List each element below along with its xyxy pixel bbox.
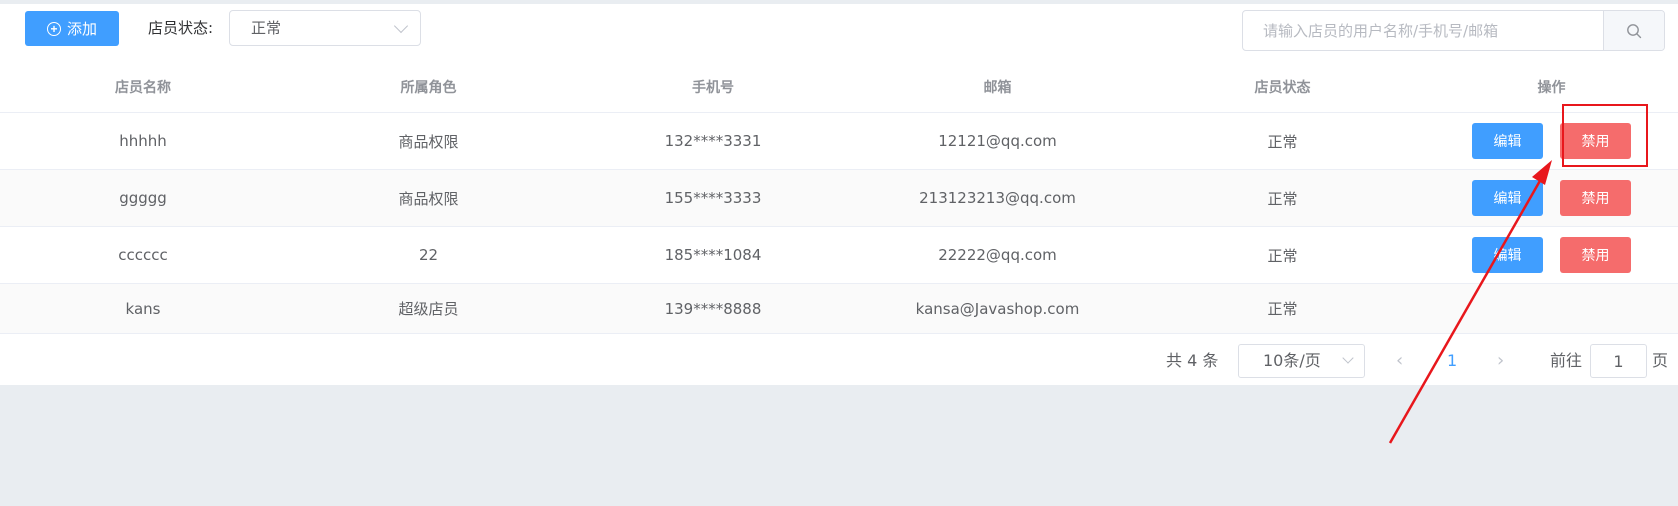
table-row: kans 超级店员 139****8888 kansa@Javashop.com…	[0, 284, 1678, 334]
pagination: 共 4 条 10条/页 ‹ 1 › 前往 页	[0, 337, 1678, 385]
prev-page-button[interactable]: ‹	[1396, 337, 1403, 385]
header-status: 店员状态	[1254, 79, 1311, 96]
pagination-total: 共 4 条	[1166, 351, 1219, 370]
cell-role: 22	[418, 246, 439, 264]
header-name: 店员名称	[115, 79, 171, 96]
cell-phone: 132****3331	[664, 132, 762, 150]
table-row: ggggg 商品权限 155****3333 213123213@qq.com …	[0, 170, 1678, 227]
cell-role: 商品权限	[398, 189, 459, 208]
status-filter-label: 店员状态:	[148, 19, 214, 37]
cell-email: 22222@qq.com	[938, 246, 1057, 264]
chevron-down-icon	[1342, 352, 1354, 364]
cell-actions: 编辑 禁用	[1425, 113, 1678, 169]
goto-page-input[interactable]	[1590, 344, 1647, 378]
cell-name: ggggg	[119, 189, 167, 207]
cell-email: kansa@Javashop.com	[915, 299, 1080, 318]
cell-email: 12121@qq.com	[938, 132, 1057, 150]
cell-status: 正常	[1267, 300, 1298, 318]
add-button[interactable]: + 添加	[25, 11, 119, 46]
cell-name: cccccc	[118, 246, 168, 264]
cell-status: 正常	[1267, 246, 1298, 265]
status-select[interactable]: 正常	[229, 10, 421, 46]
page-size-value: 10条/页	[1263, 351, 1321, 370]
goto-suffix: 页	[1652, 351, 1669, 370]
search-icon	[1627, 23, 1642, 38]
search-box	[1242, 10, 1665, 51]
cell-actions: 编辑 禁用	[1425, 227, 1678, 283]
disable-button[interactable]: 禁用	[1560, 237, 1631, 273]
header-email: 邮箱	[983, 79, 1012, 96]
table-row: cccccc 22 185****1084 22222@qq.com 正常 编辑…	[0, 227, 1678, 284]
cell-phone: 185****1084	[664, 246, 762, 264]
table-header: 店员名称 所属角色 手机号 邮箱 店员状态 操作	[0, 61, 1678, 113]
chevron-down-icon	[393, 18, 409, 34]
cell-status: 正常	[1267, 132, 1298, 151]
cell-actions: 编辑 禁用	[1425, 170, 1678, 226]
disable-button[interactable]: 禁用	[1560, 123, 1631, 159]
add-button-label: 添加	[66, 21, 97, 38]
page-size-select[interactable]: 10条/页	[1238, 344, 1365, 378]
header-actions: 操作	[1537, 79, 1566, 96]
toolbar: + 添加 店员状态: 正常	[0, 4, 1678, 61]
cell-email: 213123213@qq.com	[919, 189, 1076, 207]
disable-button[interactable]: 禁用	[1560, 180, 1631, 216]
edit-button[interactable]: 编辑	[1472, 237, 1543, 273]
status-select-value: 正常	[251, 19, 282, 37]
cell-name: hhhhh	[119, 132, 167, 150]
cell-role: 商品权限	[398, 132, 459, 151]
header-phone: 手机号	[692, 79, 734, 96]
cell-phone: 155****3333	[664, 189, 762, 207]
search-input[interactable]	[1243, 11, 1605, 50]
staff-panel: + 添加 店员状态: 正常 店员名称 所属角色 手机号 邮箱 店员状态 操作	[0, 4, 1678, 385]
header-role: 所属角色	[400, 79, 457, 96]
cell-role: 超级店员	[398, 300, 459, 318]
next-page-button[interactable]: ›	[1497, 337, 1504, 385]
staff-table: 店员名称 所属角色 手机号 邮箱 店员状态 操作 hhhhh 商品权限 132*…	[0, 61, 1678, 334]
plus-circle-icon: +	[46, 21, 61, 36]
cell-name: kans	[125, 299, 161, 318]
cell-status: 正常	[1267, 189, 1298, 208]
edit-button[interactable]: 编辑	[1472, 123, 1543, 159]
goto-label: 前往	[1550, 351, 1583, 370]
search-button[interactable]	[1603, 11, 1664, 50]
cell-phone: 139****8888	[664, 299, 762, 318]
cell-actions	[1425, 284, 1678, 333]
edit-button[interactable]: 编辑	[1472, 180, 1543, 216]
table-row: hhhhh 商品权限 132****3331 12121@qq.com 正常 编…	[0, 113, 1678, 170]
page-number-current[interactable]: 1	[1447, 337, 1457, 385]
